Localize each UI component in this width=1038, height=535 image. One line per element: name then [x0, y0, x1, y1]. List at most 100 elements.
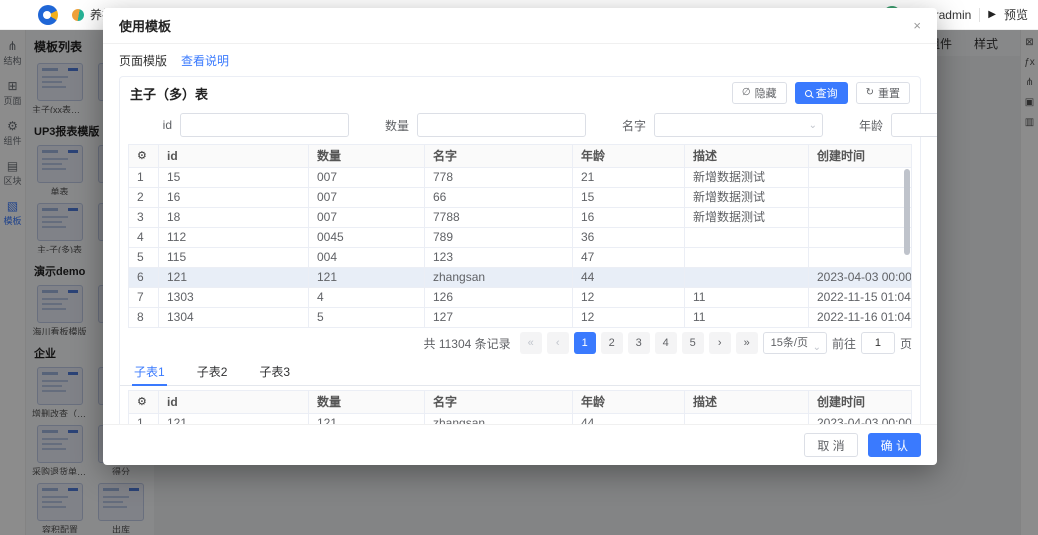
main-page-1-button[interactable]: 1 — [574, 332, 596, 354]
table-row[interactable]: 81304512712112022-11-16 01:04:04 — [129, 308, 912, 328]
filter-id-input[interactable] — [180, 113, 349, 137]
table-cell: 121 — [159, 268, 309, 288]
table-row[interactable]: 11500777821新增数据测试 — [129, 168, 912, 188]
gear-icon[interactable]: ⚙ — [129, 391, 159, 414]
main-goto-label: 前往 — [832, 335, 856, 352]
table-cell: 新增数据测试 — [685, 208, 809, 228]
main-prev-page-button[interactable]: ‹ — [547, 332, 569, 354]
column-header: id — [159, 391, 309, 414]
table-row[interactable]: 1121121zhangsan442023-04-03 00:00:00 — [129, 414, 912, 425]
row-index: 4 — [129, 228, 159, 248]
table-cell: 1303 — [159, 288, 309, 308]
main-first-page-button[interactable]: « — [520, 332, 542, 354]
subtable-tab-子表3[interactable]: 子表3 — [257, 359, 292, 385]
main-goto-input[interactable] — [861, 332, 895, 354]
filter-名字-select[interactable] — [654, 113, 823, 137]
table-cell: 21 — [573, 168, 685, 188]
main-table: ⚙id数量名字年龄描述创建时间11500777821新增数据测试21600766… — [128, 144, 912, 328]
table-cell: 121 — [309, 268, 425, 288]
column-header: 创建时间 — [809, 391, 912, 414]
subtable-tab-子表2[interactable]: 子表2 — [195, 359, 230, 385]
filter-数量-input[interactable] — [417, 113, 586, 137]
table-cell: 16 — [573, 208, 685, 228]
table-cell: 2022-11-16 01:04:04 — [809, 308, 912, 328]
filter-field: id — [128, 113, 365, 137]
close-icon[interactable]: × — [913, 19, 921, 32]
table-cell: 007 — [309, 188, 425, 208]
table-cell: zhangsan — [425, 268, 573, 288]
filter-label: 数量 — [365, 117, 409, 134]
filter-label: 年龄 — [839, 117, 883, 134]
subtable-tabs: 子表1 子表2 子表3 — [120, 359, 920, 386]
table-cell: 5 — [309, 308, 425, 328]
row-index: 6 — [129, 268, 159, 288]
table-cell: 127 — [425, 308, 573, 328]
modal-body: 页面模版 查看说明 主子（多）表 ∅隐藏查询↻重置 id 数量 名字 ⌄ 年龄 — [103, 44, 937, 424]
table-cell: 12 — [573, 288, 685, 308]
table-cell — [809, 228, 912, 248]
filter-年龄-input[interactable] — [891, 113, 937, 137]
table-cell: 121 — [309, 414, 425, 425]
table-row[interactable]: 71303412612112022-11-15 01:04:04 — [129, 288, 912, 308]
table-cell: 7788 — [425, 208, 573, 228]
table-cell: 115 — [159, 248, 309, 268]
main-last-page-button[interactable]: » — [736, 332, 758, 354]
table-row[interactable]: 318007778816新增数据测试 — [129, 208, 912, 228]
table-cell: 121 — [159, 414, 309, 425]
filter-field: 年龄 — [839, 113, 937, 137]
table-row[interactable]: 511500412347 — [129, 248, 912, 268]
main-page-5-button[interactable]: 5 — [682, 332, 704, 354]
table-row[interactable]: 6121121zhangsan442023-04-03 00:00:00 — [129, 268, 912, 288]
row-index: 3 — [129, 208, 159, 228]
column-header: 描述 — [685, 145, 809, 168]
filter-field: 名字 ⌄ — [602, 113, 839, 137]
subtable-tab-子表1[interactable]: 子表1 — [132, 359, 167, 385]
table-cell: 16 — [159, 188, 309, 208]
table-row[interactable]: 4112004578936 — [129, 228, 912, 248]
table-cell: 15 — [573, 188, 685, 208]
reset-button[interactable]: ↻重置 — [856, 82, 910, 104]
table-cell: 789 — [425, 228, 573, 248]
main-page-size-select[interactable]: 15条/页⌄ — [763, 332, 827, 354]
modal-footer: 取 消 确 认 — [103, 424, 937, 465]
column-header: 创建时间 — [809, 145, 912, 168]
tab-page-template[interactable]: 页面模版 — [119, 52, 167, 69]
table-scrollbar[interactable] — [904, 169, 910, 255]
table-cell: 36 — [573, 228, 685, 248]
gear-icon[interactable]: ⚙ — [129, 145, 159, 168]
filter-field: 数量 — [365, 113, 602, 137]
column-header: 描述 — [685, 391, 809, 414]
column-header: 年龄 — [573, 145, 685, 168]
table-cell — [809, 248, 912, 268]
main-page-2-button[interactable]: 2 — [601, 332, 623, 354]
chevron-down-icon: ⌄ — [813, 338, 821, 358]
table-cell — [809, 188, 912, 208]
divider — [979, 8, 980, 22]
table-cell: 123 — [425, 248, 573, 268]
confirm-button[interactable]: 确 认 — [868, 433, 921, 457]
hide-button[interactable]: ∅隐藏 — [732, 82, 787, 104]
sub-table-wrap: ⚙id数量名字年龄描述创建时间1121121zhangsan442023-04-… — [128, 390, 912, 424]
main-page-3-button[interactable]: 3 — [628, 332, 650, 354]
table-cell — [685, 228, 809, 248]
table-cell: 15 — [159, 168, 309, 188]
column-header: 数量 — [309, 391, 425, 414]
table-cell: 004 — [309, 248, 425, 268]
filter-label: id — [128, 118, 172, 132]
table-cell — [809, 208, 912, 228]
modal-title: 使用模板 — [119, 16, 171, 35]
table-row[interactable]: 2160076615新增数据测试 — [129, 188, 912, 208]
main-next-page-button[interactable]: › — [709, 332, 731, 354]
table-cell — [685, 268, 809, 288]
cancel-button[interactable]: 取 消 — [804, 433, 857, 457]
query-button[interactable]: 查询 — [795, 82, 848, 104]
table-cell: 11 — [685, 308, 809, 328]
main-page-4-button[interactable]: 4 — [655, 332, 677, 354]
table-cell: 007 — [309, 208, 425, 228]
preview-button[interactable]: 预览 — [1004, 6, 1028, 23]
master-table-panel: 主子（多）表 ∅隐藏查询↻重置 id 数量 名字 ⌄ 年龄 ⚙id数量名字年龄描… — [119, 76, 921, 424]
table-cell: 18 — [159, 208, 309, 228]
view-docs-link[interactable]: 查看说明 — [181, 52, 229, 69]
eye-off-icon: ∅ — [742, 88, 751, 98]
main-total-records: 共 11304 条记录 — [424, 335, 511, 352]
